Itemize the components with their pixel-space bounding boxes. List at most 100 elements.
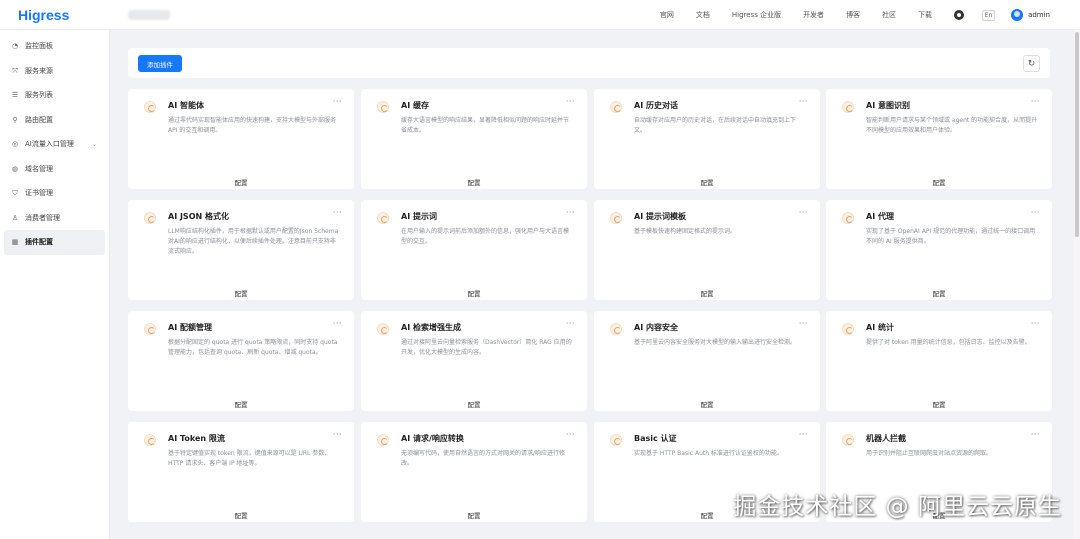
configure-button[interactable]: 配置	[128, 396, 354, 411]
username[interactable]: admin	[1028, 11, 1050, 19]
plugin-title: AI 统计	[866, 323, 894, 332]
plugin-card[interactable]: AI 意图识别 ··· 智能判断用户请求与某个领域或 agent 的功能契合度，从而…	[826, 89, 1052, 189]
plugin-description: 通过对接阿里云向量检索服务（DashVector）简化 RAG 应用的开发，优化…	[401, 339, 572, 356]
sidebar-item-dashboard[interactable]: ◔ 监控面板	[0, 34, 109, 59]
nav-official-site[interactable]: 官网	[660, 10, 674, 20]
plugin-card[interactable]: AI 代理 ··· 实现了基于 OpenAI API 规范的代理功能，通过统一的接口…	[826, 200, 1052, 300]
refresh-icon: ↻	[1027, 58, 1036, 69]
plugin-title: AI 缓存	[401, 101, 429, 110]
plugin-icon	[144, 434, 156, 446]
nav-download[interactable]: 下载	[918, 10, 932, 20]
more-options-icon[interactable]: ···	[1031, 97, 1040, 106]
plugin-card[interactable]: AI 缓存 ··· 缓存大语言模型的响应结果，显著降低相似问题的响应时延并节省成本。…	[361, 89, 587, 189]
sidebar-item-service-source[interactable]: ⤧ 服务来源	[0, 59, 109, 84]
plugin-card[interactable]: AI 历史对话 ··· 自动缓存对应用户的历史对话，在后续对话中自动填充到上下文。配…	[594, 89, 820, 189]
sidebar-item-plugin-config[interactable]: ▦ 插件配置	[4, 230, 105, 255]
scrollbar-thumb[interactable]	[1075, 32, 1079, 237]
add-plugin-button[interactable]: 添加插件	[138, 55, 182, 72]
sidebar-item-certificate[interactable]: ⛉ 证书管理	[0, 181, 109, 206]
configure-button[interactable]: 配置	[128, 174, 354, 189]
more-options-icon[interactable]: ···	[799, 208, 808, 217]
configure-button[interactable]: 配置	[361, 396, 587, 411]
more-options-icon[interactable]: ···	[1031, 430, 1040, 439]
plugin-card[interactable]: AI 智能体 ··· 通过零代码实现智能体应用的快速构建，支持大模型与外部服务 AP…	[128, 89, 354, 189]
plugin-description: 提供了对 token 用量的统计信息，包括日志、监控以及告警。	[866, 339, 1031, 346]
sidebar-item-label: 证书管理	[25, 189, 53, 198]
more-options-icon[interactable]: ···	[333, 430, 342, 439]
configure-button[interactable]: 配置	[361, 507, 587, 522]
nav-developers[interactable]: 开发者	[803, 10, 824, 20]
plugin-icon	[610, 323, 622, 335]
plugin-icon	[377, 323, 389, 335]
plugin-icon	[842, 101, 854, 113]
nav-docs[interactable]: 文档	[696, 10, 710, 20]
plugin-card[interactable]: AI 请求/响应转换 ··· 无须编写代码，使用自然语言的方式对网关的请求/响应进行…	[361, 422, 587, 522]
sidebar-item-label: 服务来源	[25, 66, 53, 75]
plugin-card[interactable]: AI Token 限流 ··· 基于特定键值实现 token 限流，键值来源可以是 …	[128, 422, 354, 522]
more-options-icon[interactable]: ···	[799, 319, 808, 328]
configure-button[interactable]: 配置	[594, 285, 820, 300]
more-options-icon[interactable]: ···	[1031, 208, 1040, 217]
plugin-icon	[377, 434, 389, 446]
more-options-icon[interactable]: ···	[1031, 319, 1040, 328]
more-options-icon[interactable]: ···	[799, 97, 808, 106]
configure-button[interactable]: 配置	[361, 285, 587, 300]
plugin-icon	[144, 323, 156, 335]
plugin-card[interactable]: AI 配额管理 ··· 根据分配固定的 quota 进行 quota 策略限流，同时…	[128, 311, 354, 411]
configure-button[interactable]: 配置	[128, 285, 354, 300]
refresh-button[interactable]: ↻	[1023, 55, 1040, 72]
sidebar-item-ai-gateway[interactable]: ◎ AI流量入口管理 ⌄	[0, 132, 109, 157]
more-options-icon[interactable]: ···	[799, 430, 808, 439]
logo[interactable]: Higress	[0, 7, 110, 23]
sidebar-item-label: 监控面板	[25, 42, 53, 51]
plugin-icon: ▦	[11, 238, 19, 247]
plugin-title: AI 内容安全	[634, 323, 678, 332]
sidebar-item-label: 域名管理	[25, 164, 53, 173]
plugin-card[interactable]: AI 统计 ··· 提供了对 token 用量的统计信息，包括日志、监控以及告警。配…	[826, 311, 1052, 411]
configure-button[interactable]: 配置	[594, 396, 820, 411]
configure-button[interactable]: 配置	[826, 285, 1052, 300]
language-switch-button[interactable]: En	[982, 9, 996, 21]
more-options-icon[interactable]: ···	[333, 97, 342, 106]
plugin-description: 自动缓存对应用户的历史对话，在后续对话中自动填充到上下文。	[634, 117, 797, 134]
plugin-icon	[144, 212, 156, 224]
nav-community[interactable]: 社区	[882, 10, 896, 20]
plugin-icon	[842, 323, 854, 335]
more-options-icon[interactable]: ···	[333, 319, 342, 328]
more-options-icon[interactable]: ···	[566, 430, 575, 439]
configure-button[interactable]: 配置	[361, 174, 587, 189]
configure-button[interactable]: 配置	[826, 174, 1052, 189]
sidebar-item-consumer[interactable]: ♙ 消费者管理	[0, 206, 109, 231]
top-nav: 官网 文档 Higress 企业版 开发者 博客 社区 下载 En admin	[638, 0, 1050, 30]
plugin-icon	[144, 101, 156, 113]
plugin-title: AI 配额管理	[168, 323, 212, 332]
github-icon[interactable]	[954, 10, 965, 20]
more-options-icon[interactable]: ···	[566, 208, 575, 217]
more-options-icon[interactable]: ···	[333, 208, 342, 217]
plugin-card[interactable]: AI 提示词 ··· 在用户输入的提示词前后添加额外的信息，强化用户与大语言模型的交…	[361, 200, 587, 300]
sidebar-item-service-list[interactable]: ☰ 服务列表	[0, 83, 109, 108]
plugin-description: 实现基于 HTTP Basic Auth 标准进行认证鉴权的功能。	[634, 450, 783, 457]
plugin-title: AI 检索增强生成	[401, 323, 461, 332]
configure-button[interactable]: 配置	[128, 507, 354, 522]
plugin-description: 缓存大语言模型的响应结果，显著降低相似问题的响应时延并节省成本。	[401, 117, 570, 134]
configure-button[interactable]: 配置	[594, 174, 820, 189]
nav-blog[interactable]: 博客	[846, 10, 860, 20]
plugin-icon	[377, 101, 389, 113]
plugin-icon	[377, 212, 389, 224]
more-options-icon[interactable]: ···	[566, 319, 575, 328]
plugin-card[interactable]: AI 提示词模板 ··· 基于模板快速构建固定格式的提示词。 配置	[594, 200, 820, 300]
sidebar-item-label: 插件配置	[25, 238, 53, 247]
plugin-card[interactable]: AI JSON 格式化 ··· LLM响应结构化插件，用于根据默认或用户配置的Jso…	[128, 200, 354, 300]
plugin-toolbar: 添加插件 ↻	[128, 48, 1050, 78]
plugin-card[interactable]: AI 内容安全 ··· 基于阿里云内容安全服务对大模型的输入输出进行安全检测。 配置	[594, 311, 820, 411]
avatar[interactable]	[1011, 9, 1024, 21]
sidebar-item-route-config[interactable]: ⚲ 路由配置	[0, 108, 109, 133]
top-header: Higress 官网 文档 Higress 企业版 开发者 博客 社区 下载 E…	[0, 0, 1080, 30]
sidebar-item-label: 路由配置	[25, 115, 53, 124]
plugin-card[interactable]: AI 检索增强生成 ··· 通过对接阿里云向量检索服务（DashVector）简化 …	[361, 311, 587, 411]
configure-button[interactable]: 配置	[826, 396, 1052, 411]
sidebar-item-domain[interactable]: ◍ 域名管理	[0, 157, 109, 182]
nav-enterprise[interactable]: Higress 企业版	[732, 10, 781, 20]
more-options-icon[interactable]: ···	[566, 97, 575, 106]
